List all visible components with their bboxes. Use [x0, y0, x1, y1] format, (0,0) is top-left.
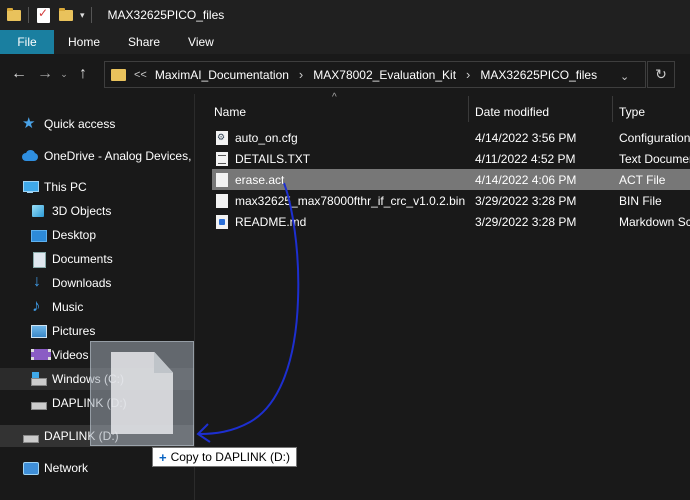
music-icon	[30, 296, 46, 316]
download-icon	[30, 273, 46, 291]
sidebar-item-label: Videos	[52, 348, 89, 362]
breadcrumb-maximai-documentation[interactable]: MaximAI_Documentation	[155, 68, 289, 82]
file-type: Markdown Sc	[619, 214, 690, 229]
file-date: 4/11/2022 4:52 PM	[475, 151, 576, 166]
sidebar-item-label: Downloads	[52, 276, 112, 290]
sidebar-item-3d-objects[interactable]: 3D Objects	[30, 200, 190, 222]
breadcrumb-max78002-evaluation-kit[interactable]: MAX78002_Evaluation_Kit	[313, 68, 456, 82]
customize-quick-access-icon[interactable]: ▾	[80, 10, 85, 21]
file-row[interactable]: README.md 3/29/2022 3:28 PM Markdown Sc	[212, 211, 690, 232]
sidebar-item-downloads[interactable]: Downloads	[30, 272, 190, 294]
sidebar-item-documents[interactable]: Documents	[30, 248, 190, 270]
chevron-right-icon[interactable]: ›	[299, 67, 303, 82]
windows-drive-icon	[30, 371, 47, 387]
computer-icon	[22, 179, 39, 195]
divider	[90, 7, 92, 23]
forward-button[interactable]: →	[32, 65, 58, 83]
tab-file[interactable]: File	[0, 30, 54, 54]
drive-icon	[22, 428, 39, 444]
file-row-selected[interactable]: erase.act 4/14/2022 4:06 PM ACT File	[212, 169, 690, 190]
up-button[interactable]: ↑	[70, 65, 96, 83]
text-file-icon	[216, 151, 228, 166]
cloud-icon	[22, 148, 38, 164]
file-name: auto_on.cfg	[235, 130, 298, 145]
sidebar-item-pictures[interactable]: Pictures	[30, 320, 190, 342]
ribbon-tabs: File Home Share View	[0, 30, 690, 54]
markdown-file-icon	[216, 214, 228, 229]
tab-share[interactable]: Share	[114, 30, 174, 54]
address-bar[interactable]: << MaximAI_Documentation › MAX78002_Eval…	[104, 61, 646, 88]
sidebar-item-this-pc[interactable]: This PC	[22, 176, 192, 198]
copy-tooltip: + Copy to DAPLINK (D:)	[152, 447, 297, 467]
plus-icon: +	[159, 449, 167, 465]
file-row[interactable]: max32625_max78000fthr_if_crc_v1.0.2.bin …	[212, 190, 690, 211]
pictures-icon	[30, 323, 47, 339]
network-icon	[22, 460, 39, 476]
sidebar-item-label: OneDrive - Analog Devices, I	[44, 149, 195, 163]
documents-icon	[30, 251, 46, 268]
sidebar-item-label: This PC	[44, 180, 87, 194]
videos-icon	[30, 347, 51, 363]
column-header-date-modified[interactable]: Date modified	[469, 100, 612, 124]
address-dropdown-icon[interactable]: ⌄	[620, 70, 629, 83]
file-row[interactable]: DETAILS.TXT 4/11/2022 4:52 PM Text Docum…	[212, 148, 690, 169]
folder-icon[interactable]	[6, 7, 22, 23]
file-name: DETAILS.TXT	[235, 151, 311, 166]
config-file-icon	[216, 130, 228, 145]
sidebar-item-onedrive[interactable]: OneDrive - Analog Devices, I	[22, 145, 195, 167]
file-name: erase.act	[235, 172, 285, 187]
sidebar-item-quick-access[interactable]: Quick access	[22, 113, 192, 135]
sidebar-item-label: Desktop	[52, 228, 97, 242]
drive-icon	[30, 395, 47, 411]
chevron-right-icon[interactable]: ›	[466, 67, 470, 82]
overflow-chevron[interactable]: <<	[134, 69, 147, 81]
column-header-name[interactable]: Name	[208, 100, 468, 124]
refresh-button[interactable]: ↻	[647, 61, 675, 88]
sidebar-item-label: 3D Objects	[52, 204, 112, 218]
file-type: Configuration	[619, 130, 690, 145]
file-name: README.md	[235, 214, 307, 229]
file-icon	[216, 172, 228, 187]
sidebar-item-label: Quick access	[44, 117, 116, 131]
file-type: BIN File	[619, 193, 662, 208]
star-icon	[22, 114, 38, 132]
navigation-bar: ← → ⌄ ↑ << MaximAI_Documentation › MAX78…	[0, 54, 690, 94]
tab-view[interactable]: View	[174, 30, 228, 54]
drag-preview	[90, 341, 194, 446]
new-folder-icon[interactable]	[58, 7, 74, 23]
file-icon	[216, 193, 228, 208]
file-list: ^ Name Date modified Type auto_on.cfg 4/…	[196, 92, 690, 500]
window-title: MAX32625PICO_files	[107, 8, 225, 22]
file-date: 4/14/2022 4:06 PM	[475, 172, 577, 187]
title-bar: ▾ MAX32625PICO_files	[0, 0, 690, 30]
sidebar-item-desktop[interactable]: Desktop	[30, 224, 190, 246]
sidebar-item-label: Pictures	[52, 324, 96, 338]
copy-tooltip-text: Copy to DAPLINK (D:)	[170, 450, 290, 464]
recent-locations-button[interactable]: ⌄	[58, 69, 70, 80]
file-row[interactable]: auto_on.cfg 4/14/2022 3:56 PM Configurat…	[212, 127, 690, 148]
divider	[28, 7, 29, 23]
breadcrumb-max32625pico-files[interactable]: MAX32625PICO_files	[480, 68, 597, 82]
sidebar-item-label: Music	[52, 300, 84, 314]
properties-icon[interactable]	[37, 6, 50, 23]
back-button[interactable]: ←	[6, 65, 32, 83]
sidebar-item-label: Documents	[52, 252, 113, 266]
file-date: 3/29/2022 3:28 PM	[475, 193, 577, 208]
file-type: ACT File	[619, 172, 666, 187]
file-date: 3/29/2022 3:28 PM	[475, 214, 577, 229]
tab-home[interactable]: Home	[54, 30, 114, 54]
file-name: max32625_max78000fthr_if_crc_v1.0.2.bin	[235, 193, 466, 208]
sidebar-item-music[interactable]: Music	[30, 296, 190, 318]
file-type: Text Document	[619, 151, 690, 166]
cube-icon	[30, 203, 46, 219]
file-date: 4/14/2022 3:56 PM	[475, 130, 577, 145]
desktop-icon	[30, 227, 47, 243]
folder-icon	[111, 68, 126, 81]
column-header-type[interactable]: Type	[613, 100, 690, 124]
sidebar-item-label: Network	[44, 461, 89, 475]
